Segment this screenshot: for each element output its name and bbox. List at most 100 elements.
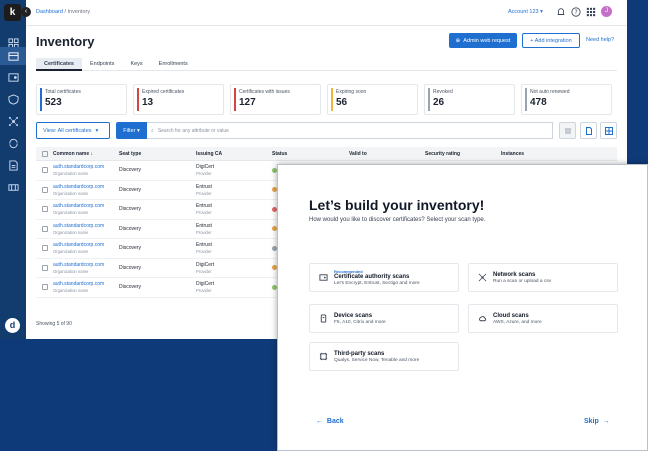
card-accent [525,88,527,111]
issuing-ca: Entrust [196,242,212,249]
col-security-rating[interactable]: Security rating [422,147,498,161]
breadcrumb-dashboard[interactable]: Dashboard [36,9,63,15]
card-accent [40,88,42,111]
card-not-auto-renewed[interactable]: Not auto renewed 478 [521,84,612,115]
apps-grid-icon[interactable] [586,7,596,17]
card-label: Certificates with issues [239,89,290,95]
skip-button[interactable]: Skip → [584,418,610,425]
row-select[interactable] [36,200,50,220]
help-icon[interactable]: ? [571,6,581,17]
view-select-label: View: All certificates [43,127,92,134]
nav-certificates[interactable] [0,68,26,86]
card-value: 13 [142,97,154,108]
summary-cards: Total certificates 523 Expired certificat… [36,84,612,115]
admin-web-request-button[interactable]: ⊕ Admin web request [449,33,517,48]
export-button[interactable] [580,122,597,139]
certificate-link[interactable]: auth.standardcorp.com [53,203,116,209]
col-valid-to[interactable]: Valid to [346,147,422,161]
certificate-icon [319,273,328,282]
user-avatar[interactable]: d [5,318,20,333]
integrations-icon [7,183,19,191]
certificate-link[interactable]: auth.standardcorp.com [53,164,116,170]
col-instances[interactable]: Instances [498,147,617,161]
columns-button[interactable] [559,122,576,139]
card-expired[interactable]: Expired certificates 13 [133,84,224,115]
option-certificate-authority-scans[interactable]: Recommended Certificate authority scans Le… [309,263,459,292]
row-select[interactable] [36,258,50,278]
modal-title: Let’s build your inventory! [309,197,485,213]
account-label: Account 123 [508,9,539,15]
certificate-link[interactable]: auth.standardcorp.com [53,281,116,287]
certificate-link[interactable]: auth.standardcorp.com [53,262,116,268]
certificate-icon [7,72,19,82]
option-title: Device scans [334,312,373,319]
breadcrumb-inventory: Inventory [67,9,91,15]
col-label: Common name [53,150,90,157]
back-button[interactable]: ← Back [316,418,344,425]
card-value: 127 [239,97,256,108]
cell-issuing-ca: Entrust Provider [193,200,269,220]
arrow-right-icon: → [602,418,610,425]
card-revoked[interactable]: Revoked 26 [424,84,515,115]
card-label: Total certificates [45,89,81,95]
filter-button[interactable]: Filter ▾ [116,122,147,139]
tab-keys[interactable]: Keys [122,58,150,71]
need-help-link[interactable]: Need help? [586,37,614,43]
cell-issuing-ca: DigiCert Provider [193,258,269,278]
option-title: Network scans [493,271,536,278]
checkbox[interactable] [42,245,48,252]
checkbox[interactable] [42,206,48,213]
option-network-scans[interactable]: Network scans Run a scan or upload a csv [468,263,618,292]
row-select[interactable] [36,180,50,200]
card-issues[interactable]: Certificates with issues 127 [230,84,321,115]
col-seat-type[interactable]: Seat type [116,147,193,161]
card-total[interactable]: Total certificates 523 [36,84,127,115]
certificate-link[interactable]: auth.standardcorp.com [53,242,116,248]
document-icon [585,126,592,135]
nav-automation[interactable] [0,134,26,152]
search-input[interactable]: ⌕ Search for any attribute or value [147,122,553,139]
tab-enrollments[interactable]: Enrollments [151,58,196,71]
add-integration-button[interactable]: + Add integration [522,33,580,48]
view-select[interactable]: View: All certificates ▾ [36,122,110,139]
checkbox[interactable] [42,264,48,271]
card-value: 56 [336,97,348,108]
nav-network[interactable] [0,112,26,130]
certificate-link[interactable]: auth.standardcorp.com [53,184,116,190]
nav-integrations[interactable] [0,178,26,196]
option-device-scans[interactable]: Device scans F5, A10, Citrix and more [309,304,459,333]
document-icon [8,159,18,171]
modal-subtitle: How would you like to discover certifica… [309,217,486,223]
bell-icon[interactable] [556,7,566,17]
certificate-link[interactable]: auth.standardcorp.com [53,223,116,229]
col-issuing-ca[interactable]: Issuing CA [193,147,269,161]
checkbox[interactable] [42,186,48,193]
checkbox[interactable] [42,167,48,174]
account-switcher[interactable]: Account 123 ▾ [508,9,543,15]
row-select[interactable] [36,278,50,298]
tab-endpoints[interactable]: Endpoints [82,58,122,71]
nav-reports[interactable] [0,156,26,174]
chevron-down-icon: ▾ [95,127,99,134]
row-select[interactable] [36,219,50,239]
tab-certificates[interactable]: Certificates [36,58,82,71]
select-all[interactable] [36,147,50,161]
option-cloud-scans[interactable]: Cloud scans AWS, Azure, and more [468,304,618,333]
row-select[interactable] [36,239,50,259]
profile-avatar[interactable]: J [601,6,612,17]
row-select[interactable] [36,161,50,181]
col-common-name[interactable]: Common name ↓ [50,147,116,161]
col-status[interactable]: Status [269,147,346,161]
nav-security[interactable] [0,90,26,108]
checkbox[interactable] [42,225,48,232]
seat-type: Discovery [119,167,141,174]
checkbox[interactable] [42,284,48,291]
option-third-party-scans[interactable]: Third-party scans Qualys, Service Now, Te… [309,342,459,371]
card-expiring[interactable]: Expiring soon 56 [327,84,418,115]
top-icons: ? J [556,6,612,17]
option-text: Recommended Certificate authority scans Le… [334,269,420,286]
grid-view-button[interactable] [600,122,617,139]
checkbox[interactable] [42,150,48,157]
app-logo[interactable]: k [4,4,21,21]
nav-inventory[interactable] [0,47,26,65]
